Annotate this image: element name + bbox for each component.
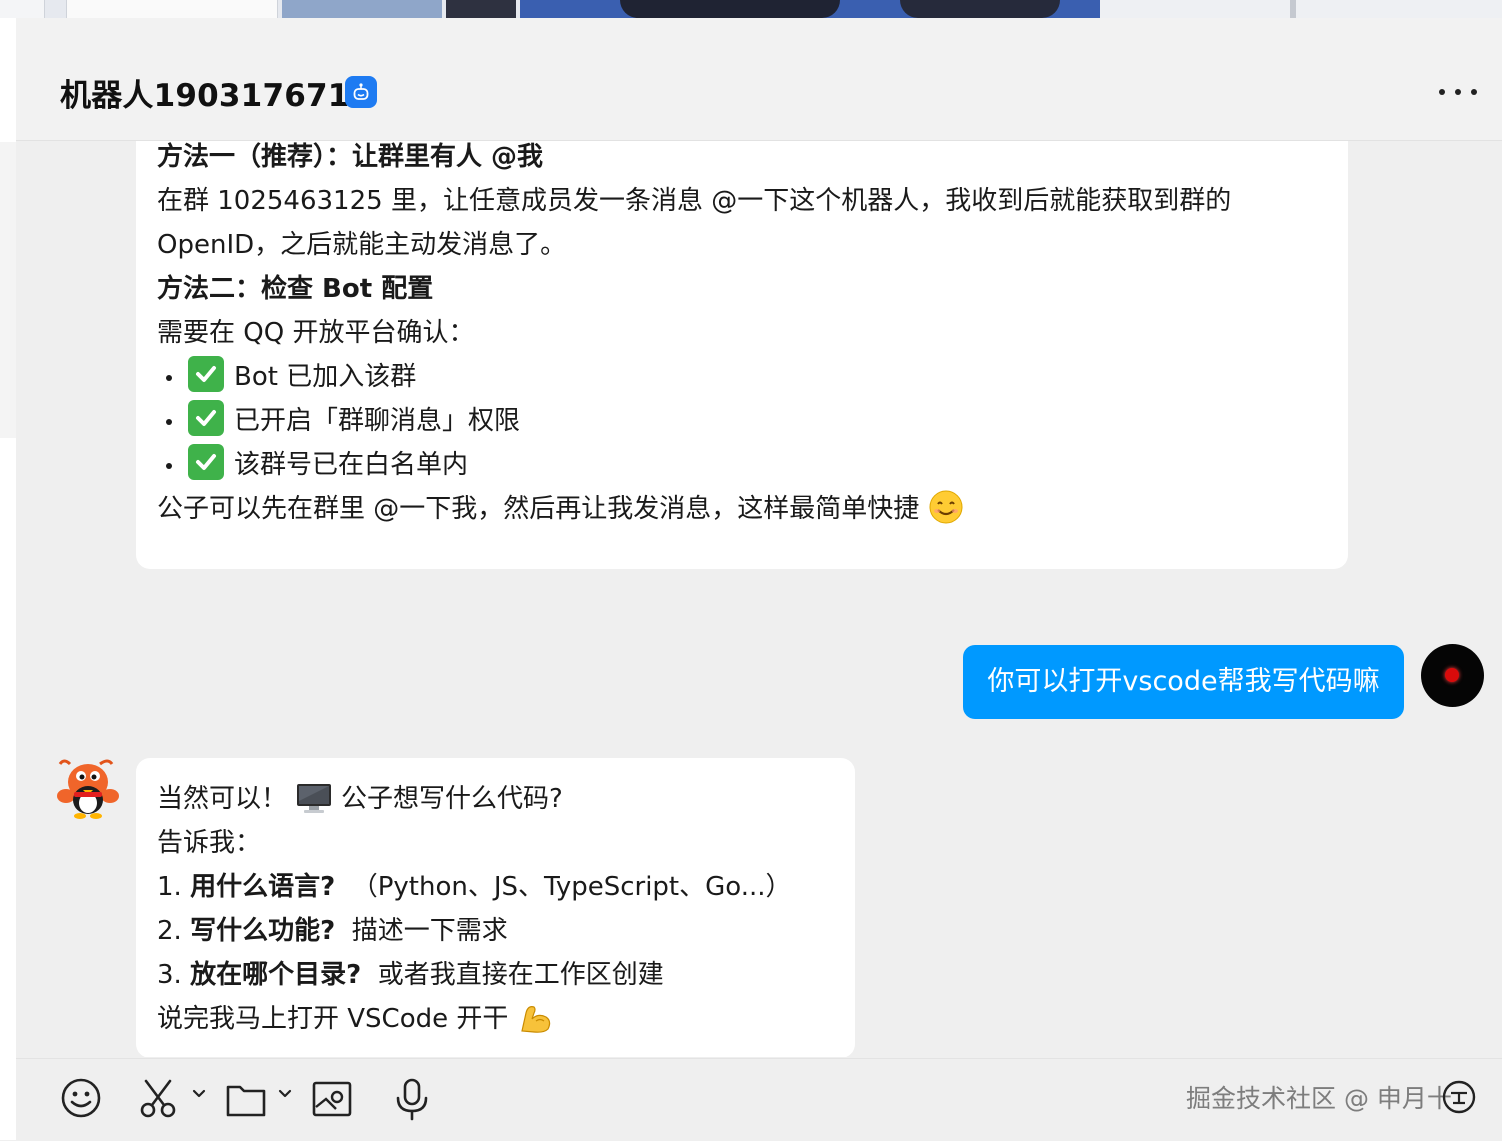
chat-header: 机器人1903176711	[16, 18, 1502, 141]
check-mark-icon	[188, 356, 224, 392]
list-item: 3. 放在哪个目录? 或者我直接在工作区创建	[157, 960, 664, 990]
scissors-icon[interactable]	[138, 1077, 182, 1121]
list-item: 2. 写什么功能? 描述一下需求	[157, 916, 508, 946]
history-icon[interactable]	[1441, 1079, 1477, 1115]
microphone-icon[interactable]	[391, 1077, 433, 1121]
list-item: 已开启「群聊消息」权限	[157, 399, 1231, 443]
message-line: OpenID，之后就能主动发消息了。	[157, 230, 567, 260]
user-message-bubble[interactable]: 你可以打开vscode帮我写代码嘛	[963, 645, 1404, 719]
message-line: 公子可以先在群里 @一下我，然后再让我发消息，这样最简单快捷	[157, 487, 1231, 531]
bot-avatar[interactable]	[56, 756, 120, 822]
list-item: 1. 用什么语言? （Python、JS、TypeScript、Go...）	[157, 872, 792, 902]
emoji-icon[interactable]	[60, 1077, 102, 1121]
input-toolbar: 掘金技术社区 @ 申月十	[16, 1058, 1502, 1141]
chevron-down-icon[interactable]	[278, 1089, 292, 1133]
list-item: Bot 已加入该群	[157, 355, 1231, 399]
flexed-biceps-emoji-icon	[518, 999, 554, 1035]
check-mark-icon	[188, 444, 224, 480]
bot-message-bubble[interactable]: 当然可以！ 公子想写什么代码? 告诉我： 1. 用什么语言? （Python、JS…	[136, 758, 855, 1057]
message-line: 需要在 QQ 开放平台确认：	[157, 318, 475, 348]
computer-emoji-icon	[295, 781, 333, 815]
image-icon[interactable]	[310, 1077, 354, 1121]
list-item: 该群号已在白名单内	[157, 443, 1231, 487]
sidebar-edge	[0, 18, 16, 1140]
chat-window: 机器人1903176711 方法一（推荐）：让群里有人 @我 在群 102546…	[16, 18, 1502, 1141]
watermark-text: 掘金技术社区 @ 申月十	[1186, 1084, 1452, 1113]
check-mark-icon	[188, 400, 224, 436]
chevron-down-icon[interactable]	[192, 1089, 206, 1133]
message-line: 在群 1025463125 里，让任意成员发一条消息 @一下这个机器人，我收到后…	[157, 186, 1232, 216]
user-avatar[interactable]	[1421, 644, 1484, 707]
message-list[interactable]: 方法一（推荐）：让群里有人 @我 在群 1025463125 里，让任意成员发一…	[16, 141, 1502, 1057]
folder-icon[interactable]	[224, 1077, 268, 1121]
more-dots-icon[interactable]	[1434, 76, 1482, 108]
method-one-title: 方法一（推荐）：让群里有人 @我	[157, 142, 544, 172]
method-two-title: 方法二：检查 Bot 配置	[157, 274, 434, 304]
desktop-background-strip	[0, 0, 1502, 18]
message-line: 当然可以！ 公子想写什么代码?	[157, 777, 792, 821]
smile-emoji-icon	[929, 490, 963, 524]
robot-icon[interactable]	[345, 76, 377, 108]
closing-text: 公子可以先在群里 @一下我，然后再让我发消息，这样最简单快捷	[157, 494, 920, 524]
bot-message-bubble[interactable]: 方法一（推荐）：让群里有人 @我 在群 1025463125 里，让任意成员发一…	[136, 141, 1348, 569]
message-line: 告诉我：	[157, 828, 262, 858]
chat-title: 机器人1903176711	[60, 78, 372, 114]
message-line: 说完我马上打开 VSCode 开干	[157, 997, 792, 1041]
